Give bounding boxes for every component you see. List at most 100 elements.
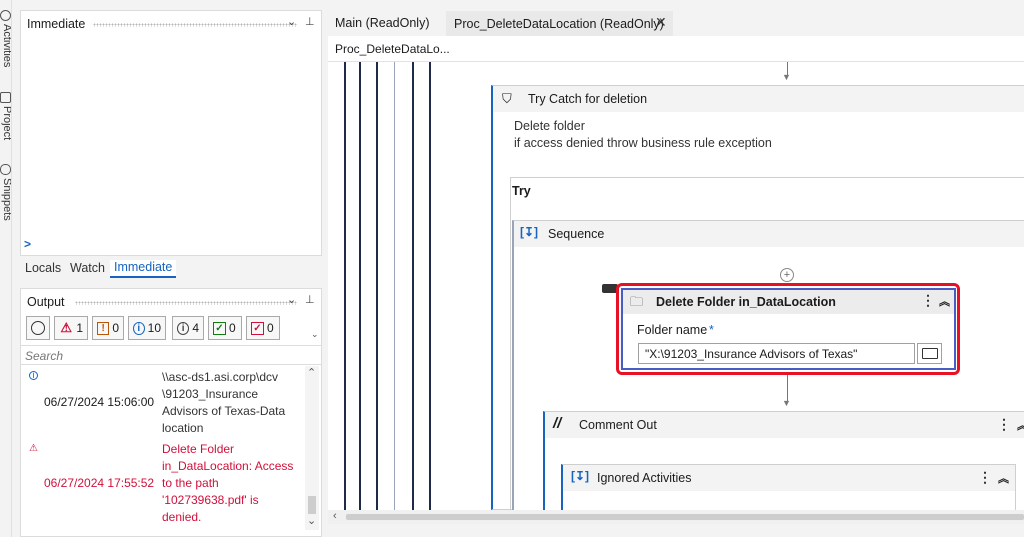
filter-warnings-button[interactable]: ! 0 (92, 316, 124, 340)
activity-header: 🗀 Delete Folder in_DataLocation ⋮ ︽ (623, 290, 954, 314)
filter-verify-button[interactable]: ✓ 0 (246, 316, 280, 340)
filter-count: 0 (267, 321, 274, 335)
filter-timestamp-button[interactable] (26, 316, 50, 340)
output-search-box[interactable]: Search (21, 345, 321, 365)
filter-trace-button[interactable]: i 4 (172, 316, 204, 340)
search-placeholder: Search (25, 349, 64, 363)
folder-name-input[interactable]: "X:\91203_Insurance Advisors of Texas" (638, 343, 915, 364)
filter-info-button[interactable]: i 10 (128, 316, 166, 340)
more-options-icon[interactable]: ⋮ (921, 292, 935, 309)
chevron-down-icon[interactable]: ⌄ (287, 15, 296, 28)
check-red-icon: ✓ (251, 321, 264, 335)
prompt-chevron-icon: > (24, 237, 32, 251)
log-line: '102739638.pdf' is (162, 493, 259, 507)
log-line: in_DataLocation: Access (162, 459, 294, 473)
scrollbar-thumb[interactable] (346, 514, 1024, 520)
try-catch-icon: ⛉ (502, 91, 512, 106)
arrow-down-icon: ▼ (782, 398, 791, 408)
immediate-input[interactable] (25, 41, 317, 237)
tab-main[interactable]: Main (ReadOnly) (328, 11, 436, 35)
more-options-icon[interactable]: ⋮ (978, 469, 992, 486)
side-tab-snippets[interactable]: Snippets (0, 178, 11, 221)
folder-name-label: Folder name (637, 323, 708, 337)
log-line: to the path (162, 476, 219, 490)
ignored-activities-sequence[interactable]: [↧] Ignored Activities ⋮ ︽ (561, 464, 1016, 510)
activity-header: // Comment Out ⋮ ︽ (545, 412, 1024, 438)
close-icon[interactable]: ✕ (655, 14, 667, 31)
breadcrumb: Proc_DeleteDataLo... (328, 36, 1024, 62)
log-scrollbar[interactable]: ⌃ ⌄ (305, 366, 319, 530)
sequence-icon: [↧] (571, 469, 590, 483)
browse-folder-button[interactable] (917, 343, 942, 364)
comment-icon: // (553, 415, 562, 432)
pin-icon[interactable]: ⊥ (305, 15, 315, 28)
panel-drag-grip[interactable] (75, 301, 297, 305)
activity-title: Delete Folder in_DataLocation (656, 295, 836, 309)
error-icon: ⚠ (60, 320, 72, 335)
activity-header: [↧] Ignored Activities ⋮ ︽ (563, 465, 1015, 491)
activity-title: Ignored Activities (597, 471, 692, 485)
trace-icon: i (177, 321, 190, 335)
annotation-line: if access denied throw business rule exc… (514, 136, 772, 150)
sequence-icon: [↧] (520, 225, 539, 239)
log-line: denied. (162, 510, 202, 524)
side-tab-activities[interactable]: Activities (0, 24, 11, 67)
activity-header: [↧] Sequence (514, 221, 1024, 247)
overflow-icon[interactable]: ⌄ (311, 329, 319, 340)
filter-count: 4 (192, 321, 199, 335)
panel-drag-grip[interactable] (93, 23, 297, 27)
filter-count: 10 (147, 321, 161, 335)
snippets-icon (0, 164, 11, 175)
try-label: Try (512, 184, 531, 198)
filter-success-button[interactable]: ✓ 0 (208, 316, 242, 340)
log-line: Delete Folder (162, 442, 235, 456)
required-mark: * (709, 323, 714, 337)
immediate-panel-title: Immediate (27, 17, 86, 31)
collapse-icon[interactable]: ︽ (998, 470, 1009, 486)
log-line: \91203_Insurance (162, 387, 259, 401)
scope-line (376, 62, 378, 510)
scroll-up-icon[interactable]: ⌃ (307, 366, 316, 379)
globe-icon (0, 10, 11, 21)
collapse-icon[interactable]: ︽ (939, 293, 950, 309)
success-icon: ✓ (213, 321, 226, 335)
add-activity-icon[interactable]: + (780, 268, 794, 282)
pin-icon[interactable]: ⊥ (305, 293, 315, 306)
delete-folder-icon: 🗀 (630, 294, 644, 309)
filter-count: 0 (112, 321, 119, 335)
warning-icon: ! (97, 321, 110, 335)
scrollbar-thumb[interactable] (308, 496, 316, 514)
log-message-error[interactable]: Delete Folder in_DataLocation: Access to… (162, 441, 302, 526)
more-options-icon[interactable]: ⋮ (997, 416, 1011, 433)
filter-count: 1 (76, 321, 83, 335)
log-timestamp: 06/27/2024 15:06:00 (44, 395, 155, 409)
filter-errors-button[interactable]: ⚠ 1 (54, 316, 88, 340)
scope-line (344, 62, 346, 510)
scroll-left-icon[interactable]: ‹ (333, 510, 337, 522)
tab-watch[interactable]: Watch (70, 261, 105, 275)
log-line: location (162, 421, 204, 435)
folder-name-value: "X:\91203_Insurance Advisors of Texas" (645, 347, 858, 361)
log-line: Advisors of Texas-Data (162, 404, 286, 418)
clock-icon (31, 321, 45, 335)
horizontal-scrollbar[interactable]: ‹ (328, 510, 1024, 524)
collapse-icon[interactable]: ︽ (1017, 417, 1024, 433)
project-icon (0, 92, 11, 103)
scope-line (359, 62, 361, 510)
scope-line (412, 62, 414, 510)
chevron-down-icon[interactable]: ⌄ (287, 293, 296, 306)
log-line: \\asc-ds1.asi.corp\dcv (162, 370, 279, 384)
arrow-down-icon: ▼ (782, 72, 791, 82)
annotation-line: Delete folder (514, 119, 585, 133)
scroll-down-icon[interactable]: ⌄ (307, 514, 316, 527)
side-tab-project[interactable]: Project (0, 106, 11, 140)
activity-title: Sequence (548, 227, 605, 241)
tab-immediate[interactable]: Immediate (110, 260, 177, 278)
log-message-info[interactable]: \\asc-ds1.asi.corp\dcv \91203_Insurance … (162, 369, 302, 437)
breadcrumb-item[interactable]: Proc_DeleteDataLo... (335, 42, 450, 56)
tab-proc-deletedatalocation[interactable]: Proc_DeleteDataLocation (ReadOnly) ✕ (446, 11, 673, 36)
activity-header: ⛉ Try Catch for deletion (493, 86, 1024, 112)
scope-line (429, 62, 431, 510)
delete-folder-activity[interactable]: 🗀 Delete Folder in_DataLocation ⋮ ︽ Fold… (621, 288, 956, 370)
tab-locals[interactable]: Locals (25, 261, 61, 275)
